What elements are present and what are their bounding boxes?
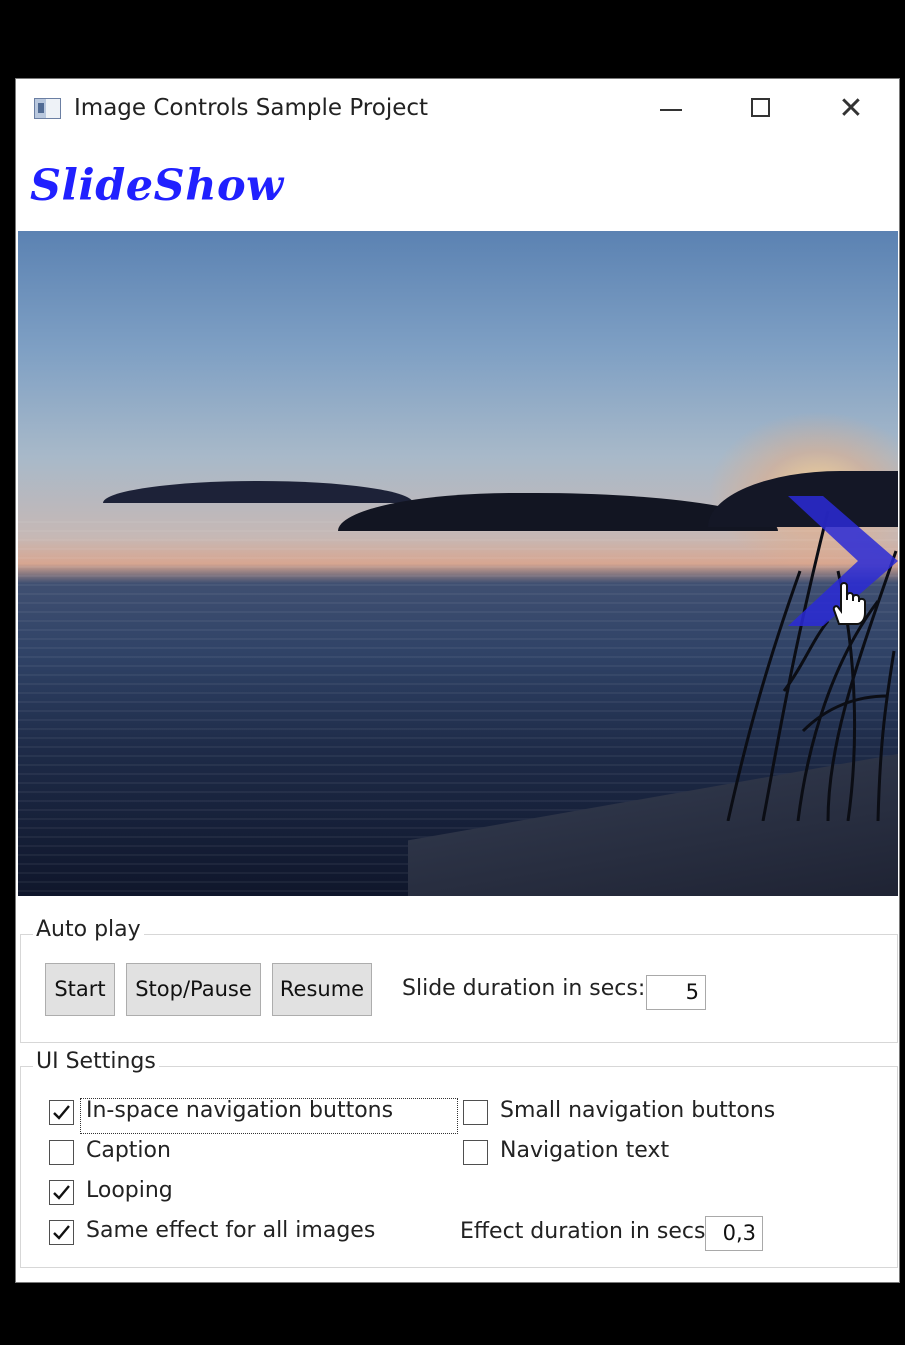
same-effect-label: Same effect for all images — [86, 1218, 376, 1243]
navigation-text-label: Navigation text — [500, 1138, 670, 1163]
far-island — [103, 481, 413, 503]
effect-duration-input[interactable]: 0,3 — [705, 1216, 763, 1251]
resume-button[interactable]: Resume — [272, 963, 372, 1016]
app-window: Image Controls Sample Project ✕ SlideSho… — [15, 78, 900, 1283]
in-space-nav-checkbox[interactable] — [49, 1100, 74, 1125]
slide-image — [18, 231, 898, 896]
slide-duration-label: Slide duration in secs: — [402, 976, 646, 1001]
looping-label: Looping — [86, 1178, 173, 1203]
effect-duration-label: Effect duration in secs: — [460, 1219, 713, 1244]
maximize-icon — [751, 98, 770, 117]
hand-cursor-icon — [832, 582, 866, 625]
caption-checkbox[interactable] — [49, 1140, 74, 1165]
autoplay-legend: Auto play — [33, 917, 144, 942]
stop-pause-button[interactable]: Stop/Pause — [126, 963, 261, 1016]
check-icon — [53, 1225, 70, 1240]
ui-settings-legend: UI Settings — [33, 1049, 159, 1074]
looping-checkbox[interactable] — [49, 1180, 74, 1205]
start-button[interactable]: Start — [45, 963, 115, 1016]
title-bar[interactable]: Image Controls Sample Project ✕ — [16, 79, 899, 141]
small-nav-label: Small navigation buttons — [500, 1098, 776, 1123]
in-space-nav-label: In-space navigation buttons — [86, 1098, 394, 1123]
close-button[interactable]: ✕ — [816, 85, 886, 133]
check-icon — [53, 1185, 70, 1200]
slideshow-title: SlideShow — [30, 161, 284, 211]
window-title: Image Controls Sample Project — [74, 95, 429, 121]
app-icon — [34, 98, 61, 119]
maximize-button[interactable] — [726, 85, 796, 133]
navigation-text-checkbox[interactable] — [463, 1140, 488, 1165]
same-effect-checkbox[interactable] — [49, 1220, 74, 1245]
caption-label: Caption — [86, 1138, 171, 1163]
check-icon — [53, 1105, 70, 1120]
slide-duration-input[interactable]: 5 — [646, 975, 706, 1010]
small-nav-checkbox[interactable] — [463, 1100, 488, 1125]
minimize-icon — [660, 109, 682, 111]
minimize-button[interactable] — [636, 85, 706, 133]
